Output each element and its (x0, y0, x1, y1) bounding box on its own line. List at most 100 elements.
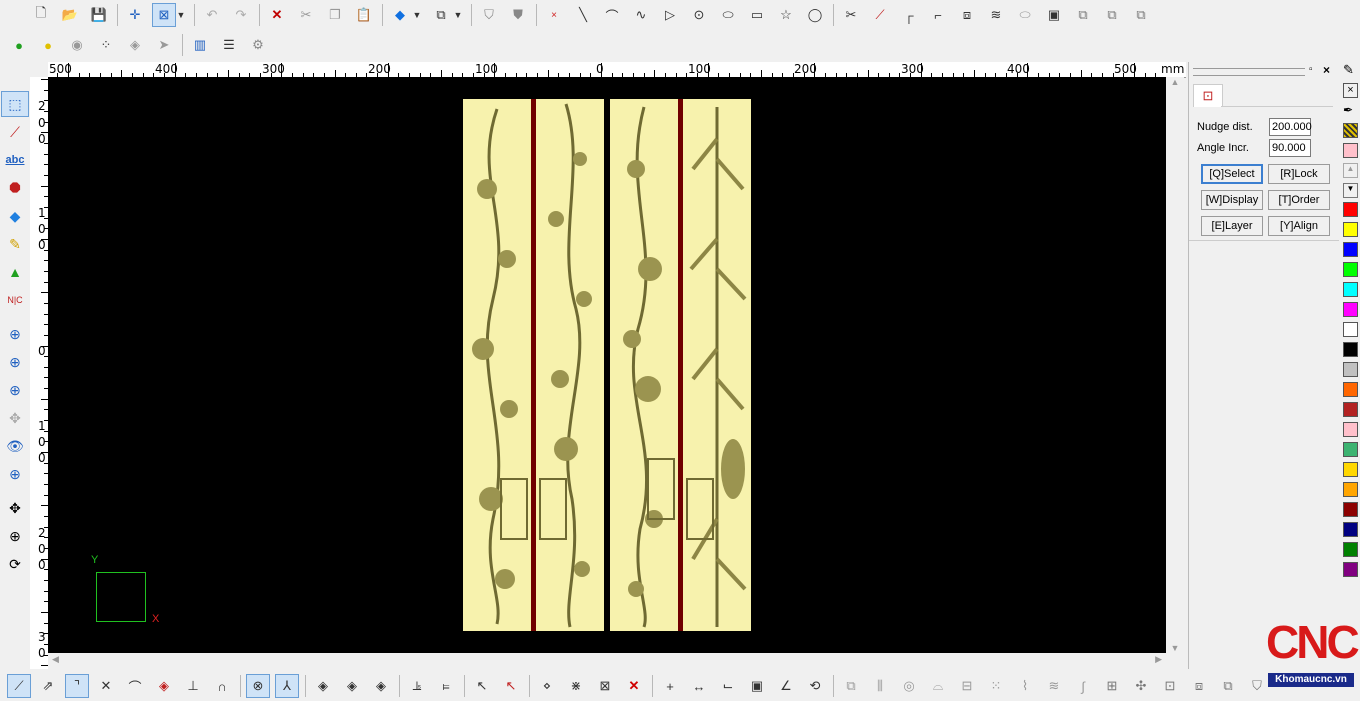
cursor-icon[interactable]: ↖ (471, 675, 493, 697)
group-3-icon[interactable]: ◎ (898, 675, 920, 697)
undo-icon[interactable]: ↶ (201, 4, 223, 26)
blend-icon[interactable]: ≋ (985, 4, 1007, 26)
text-abc-icon[interactable]: abc (2, 148, 28, 172)
carving-panel-2[interactable] (536, 99, 604, 631)
copy-icon[interactable]: ❐ (324, 4, 346, 26)
view-3d-icon[interactable]: ⧉ (430, 4, 452, 26)
width-icon[interactable]: ↔ (688, 675, 710, 697)
eyedropper-icon[interactable]: ✒ (1343, 103, 1353, 117)
save-icon[interactable]: 💾 (88, 4, 110, 26)
palette-scroll-down-icon[interactable]: ▼ (1343, 183, 1358, 198)
center-point-icon[interactable]: ⊗ (246, 674, 270, 698)
bell-icon[interactable]: ▲ (2, 260, 28, 284)
scroll-up-icon[interactable]: ▲ (1166, 77, 1184, 87)
layer-book-icon[interactable]: ▥ (189, 34, 211, 56)
node-1-icon[interactable]: ⋄ (536, 675, 558, 697)
no-color-icon[interactable]: × (1343, 83, 1358, 98)
perpendicular-icon[interactable]: ⊥ (182, 675, 204, 697)
copy-array-icon[interactable]: ⧉ (1101, 4, 1123, 26)
plus-icon[interactable]: + (659, 675, 681, 697)
color-swatch[interactable] (1343, 462, 1358, 477)
redo-icon[interactable]: ↷ (230, 4, 252, 26)
color-swatch[interactable] (1343, 322, 1358, 337)
carving-panel-3[interactable] (610, 99, 678, 631)
align-button[interactable]: [Y]Align (1268, 216, 1330, 236)
pen-icon[interactable]: ✎ (1343, 62, 1354, 78)
octagon-icon[interactable]: ⯃ (2, 176, 28, 200)
slot-icon[interactable]: ⬭ (1014, 4, 1036, 26)
paint-bucket-icon[interactable]: ◆ (2, 204, 28, 228)
dropdown-icon[interactable]: ▼ (452, 4, 464, 26)
group-1-icon[interactable]: ⧉ (840, 675, 862, 697)
tangent-icon[interactable]: ∩ (211, 675, 233, 697)
chamfer-icon[interactable]: ⌐ (927, 4, 949, 26)
toggle-icon[interactable]: ⁘ (95, 34, 117, 56)
diamond-icon[interactable]: ◈ (124, 34, 146, 56)
nc-icon[interactable]: N|C (2, 288, 28, 312)
color-swatch[interactable] (1343, 282, 1358, 297)
grid-lines-icon[interactable]: ☰ (218, 34, 240, 56)
align-bottom-icon[interactable]: ⫡ (406, 675, 428, 697)
carving-panel-1[interactable] (463, 99, 531, 631)
line-icon[interactable]: ╲ (572, 4, 594, 26)
color-swatch[interactable] (1343, 502, 1358, 517)
close-red-icon[interactable]: ✕ (623, 675, 645, 697)
scroll-left-icon[interactable]: ◀ (52, 654, 59, 665)
display-button[interactable]: [W]Display (1201, 190, 1263, 210)
trim-icon[interactable]: ✂ (840, 4, 862, 26)
circle-snap-icon[interactable]: ◈ (153, 675, 175, 697)
carving-panel-4[interactable] (683, 99, 751, 631)
circle-icon[interactable]: ◯ (804, 4, 826, 26)
panel-float-icon[interactable]: ▫ (1309, 64, 1313, 75)
color-swatch[interactable] (1343, 542, 1358, 557)
horizontal-scrollbar[interactable]: ◀ ▶ (48, 653, 1166, 669)
panel-close-icon[interactable]: × (1323, 63, 1330, 77)
color-swatch[interactable] (1343, 342, 1358, 357)
diamond-3-icon[interactable]: ◈ (370, 675, 392, 697)
node-3-icon[interactable]: ⊠ (594, 675, 616, 697)
current-fill-swatch[interactable] (1343, 143, 1358, 158)
box-dim-icon[interactable]: ▣ (746, 675, 768, 697)
group-7-icon[interactable]: ⌇ (1014, 675, 1036, 697)
group-12-icon[interactable]: ⊡ (1159, 675, 1181, 697)
group-6-icon[interactable]: ⁙ (985, 675, 1007, 697)
snap-cross-icon[interactable]: ✛ (124, 4, 146, 26)
angle-dim-icon[interactable]: ∠ (775, 675, 797, 697)
zoom-in-icon[interactable]: ⊕ (2, 350, 28, 374)
node-edit-icon[interactable]: ⟋ (2, 120, 28, 144)
color-swatch[interactable] (1343, 222, 1358, 237)
bulb-off-icon[interactable]: ◉ (66, 34, 88, 56)
color-swatch[interactable] (1343, 382, 1358, 397)
group-10-icon[interactable]: ⊞ (1101, 675, 1123, 697)
dropdown-icon[interactable]: ▼ (175, 4, 187, 26)
curve-icon[interactable]: ∿ (630, 4, 652, 26)
shield-filled-icon[interactable]: ⛊ (507, 4, 529, 26)
color-swatch[interactable] (1343, 562, 1358, 577)
vertical-scrollbar[interactable]: ▲ ▼ (1166, 77, 1184, 653)
group-8-icon[interactable]: ≋ (1043, 675, 1065, 697)
settings-icon[interactable]: ⚙ (247, 34, 269, 56)
drawing-canvas[interactable]: Y X (48, 77, 1166, 653)
color-swatch[interactable] (1343, 522, 1358, 537)
radius-dim-icon[interactable]: ⟲ (804, 675, 826, 697)
pan-view-icon[interactable]: ✥ (2, 406, 28, 430)
mirror-icon[interactable]: ⧉ (1130, 4, 1152, 26)
rectangle-icon[interactable]: ▭ (746, 4, 768, 26)
rotate-icon[interactable]: ⟳ (2, 552, 28, 576)
layer-button[interactable]: [E]Layer (1201, 216, 1263, 236)
ellipse-icon[interactable]: ⬭ (717, 4, 739, 26)
shield-icon[interactable]: ⛉ (478, 4, 500, 26)
node-2-icon[interactable]: ⋇ (565, 675, 587, 697)
circle-point-icon[interactable]: ⊙ (688, 4, 710, 26)
array-icon[interactable]: ⧉ (1072, 4, 1094, 26)
color-swatch[interactable] (1343, 262, 1358, 277)
pencil-icon[interactable]: ✎ (2, 232, 28, 256)
group-2-icon[interactable]: ⫼ (869, 675, 891, 697)
eye-icon[interactable]: 👁 (2, 434, 28, 458)
view-cube-icon[interactable]: ◆ (389, 4, 411, 26)
hatch-icon[interactable] (1343, 123, 1358, 138)
cursor-x-icon[interactable]: ↖ (500, 675, 522, 697)
paste-icon[interactable]: 📋 (353, 4, 375, 26)
fillet-icon[interactable]: ┌ (898, 4, 920, 26)
select-node-icon[interactable]: ⬚ (1, 91, 29, 117)
